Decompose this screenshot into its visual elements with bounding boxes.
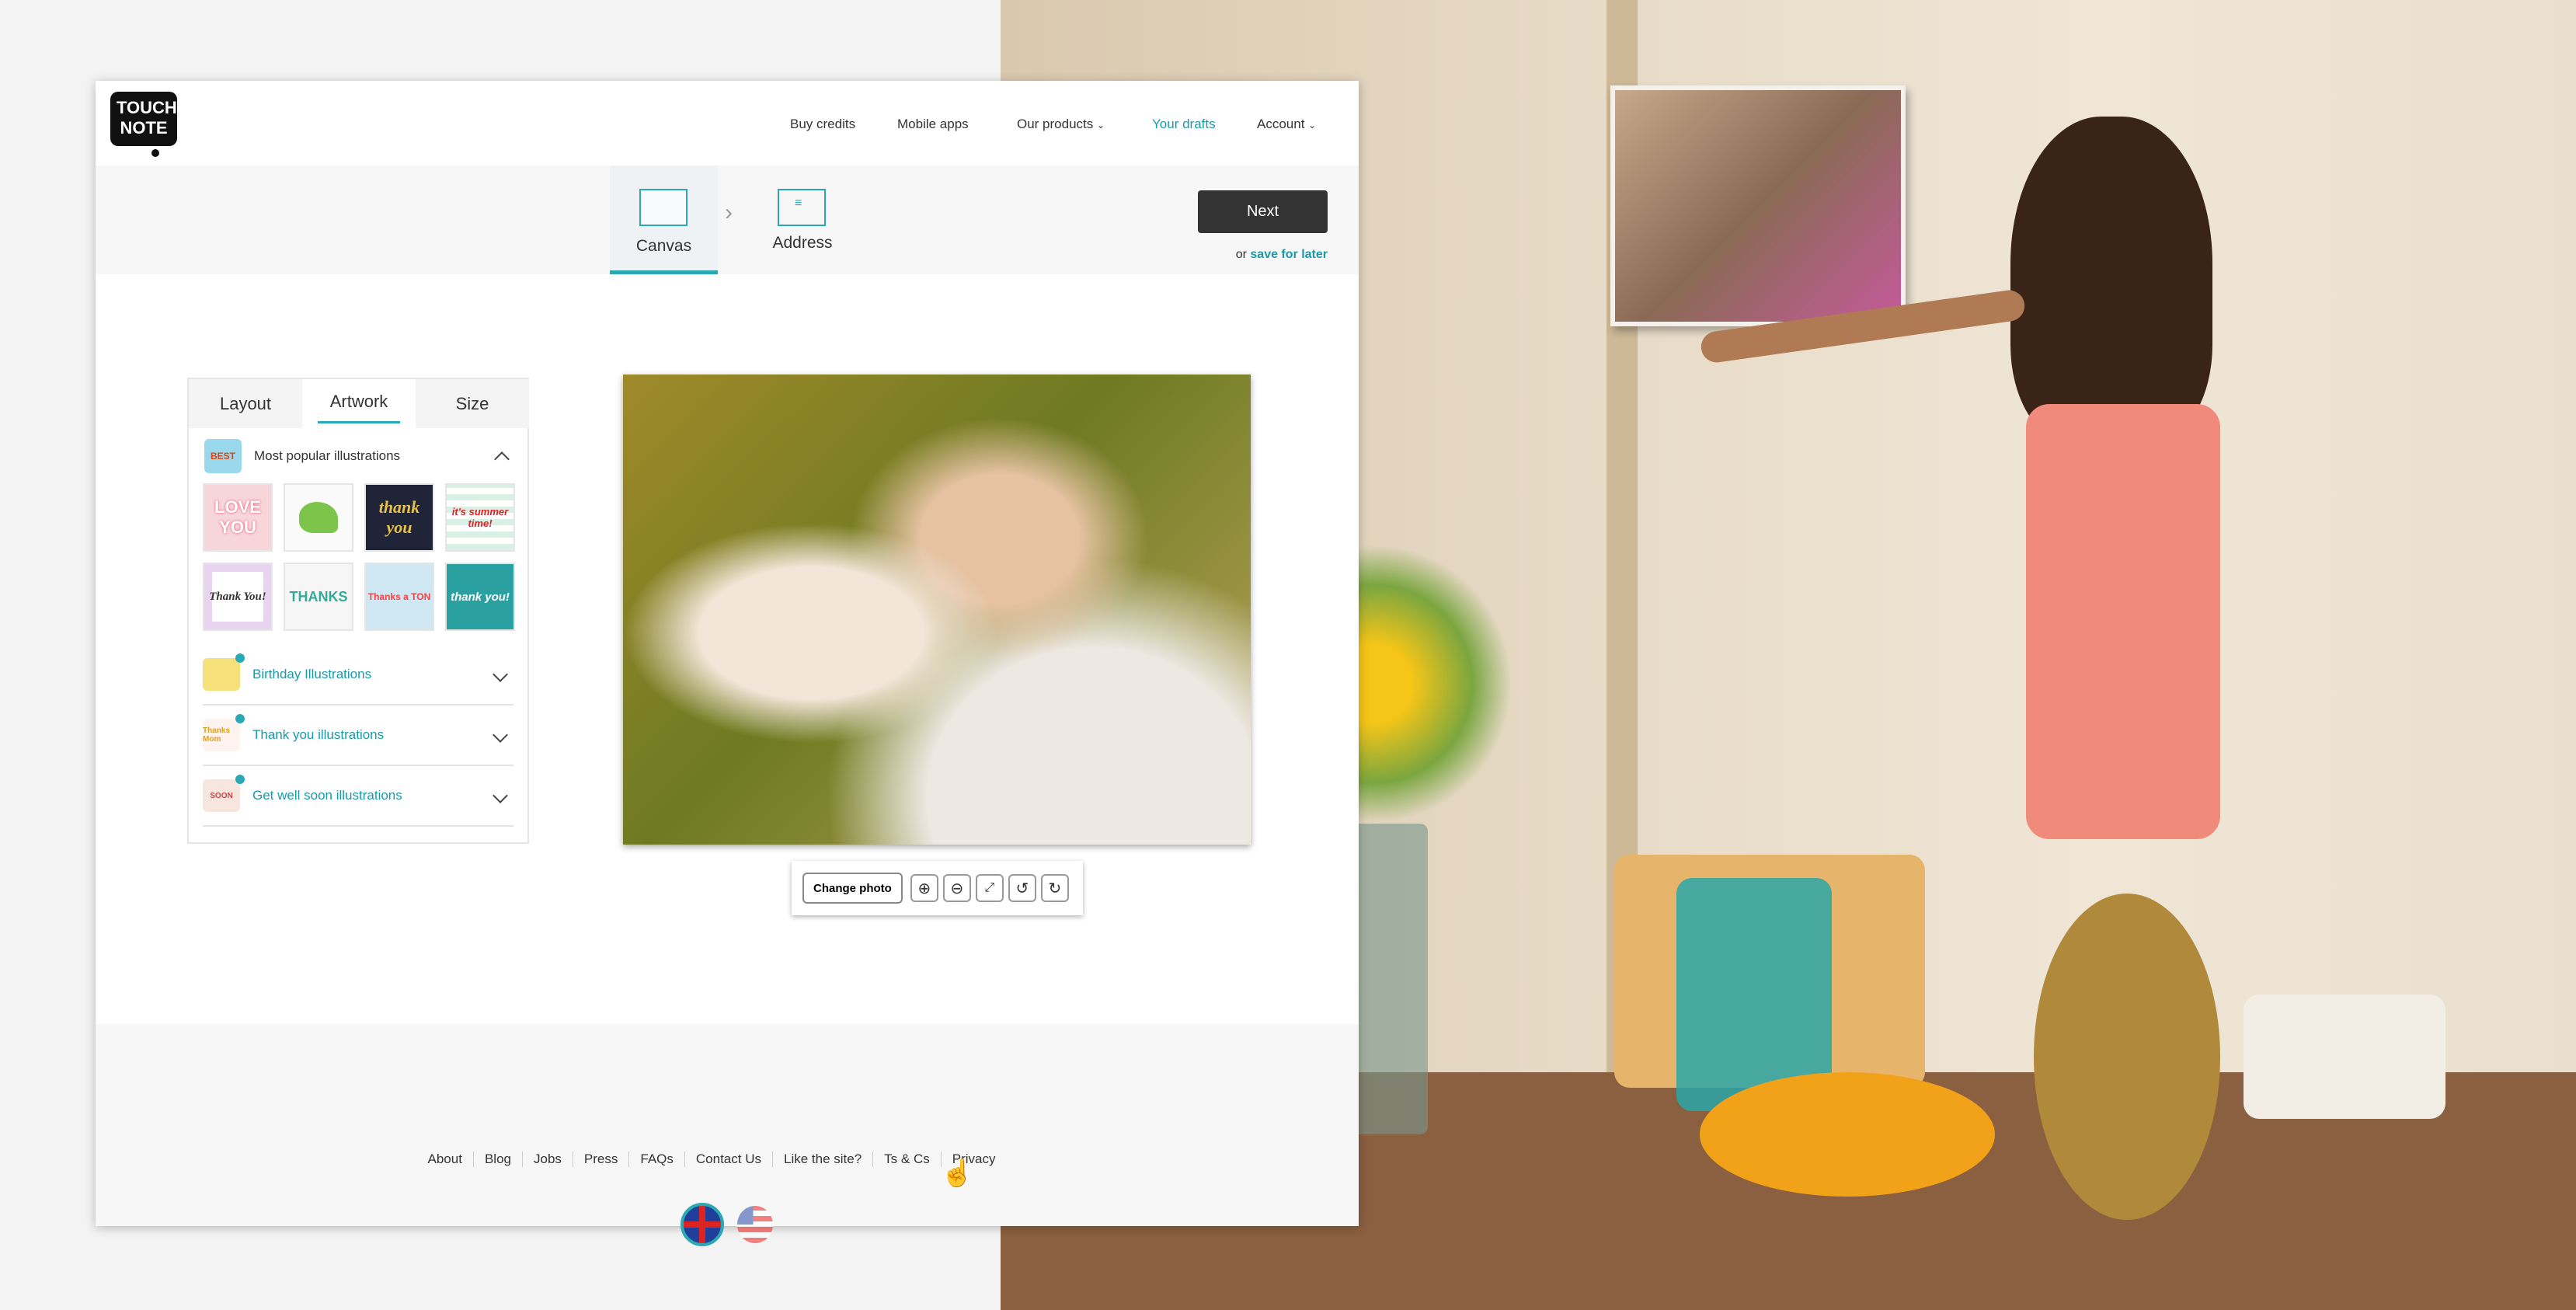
touchnote-logo[interactable]: TOUCH NOTE <box>110 92 177 146</box>
chevron-down-icon <box>493 667 508 682</box>
get-well-soon-icon: SOON <box>203 775 245 812</box>
chevron-down-icon: ⌄ <box>1097 120 1105 131</box>
change-photo-button[interactable]: Change photo <box>802 873 903 904</box>
section-birthday[interactable]: Birthday Illustrations <box>203 645 513 706</box>
illustration-love-you[interactable]: LOVE YOU <box>203 483 273 552</box>
illustration-grid: LOVE YOU thank you it's summer time! Tha… <box>203 483 517 631</box>
footer-link-press[interactable]: Press <box>573 1151 630 1167</box>
illustration-thanks-a-ton[interactable]: Thanks a TON <box>364 563 434 631</box>
dinosaur-image <box>299 502 338 533</box>
next-button[interactable]: Next <box>1198 190 1328 233</box>
save-for-later-row: or save for later <box>1235 248 1328 261</box>
illustration-polar-bear[interactable]: thank you! <box>445 563 515 631</box>
chevron-right-icon: › <box>725 200 733 225</box>
illustration-thank-you-wreath[interactable]: Thank You! <box>203 563 273 631</box>
footer-link-terms[interactable]: Ts & Cs <box>873 1151 942 1167</box>
footer-link-about[interactable]: About <box>417 1151 474 1167</box>
us-flag[interactable] <box>737 1206 773 1243</box>
save-for-later-link[interactable]: save for later <box>1250 248 1328 261</box>
section-get-well[interactable]: SOON Get well soon illustrations <box>203 766 513 827</box>
chevron-down-icon: ⌄ <box>1308 120 1317 131</box>
section-thank-you[interactable]: Thanks Mom Thank you illustrations <box>203 706 513 766</box>
illustration-thanks[interactable]: THANKS <box>284 563 353 631</box>
fit-icon[interactable]: ⤢ <box>975 874 1004 902</box>
chevron-up-icon <box>494 451 510 467</box>
footer-links: About Blog Jobs Press FAQs Contact Us Li… <box>96 1151 1359 1167</box>
footer: About Blog Jobs Press FAQs Contact Us Li… <box>96 1024 1359 1246</box>
thanks-mom-icon: Thanks Mom <box>203 714 245 751</box>
tab-artwork[interactable]: Artwork <box>302 379 416 428</box>
uk-flag[interactable] <box>681 1203 724 1246</box>
steps-bar: Canvas › ≡ Address Next or save for late… <box>96 165 1359 274</box>
illustration-summer[interactable]: it's summer time! <box>445 483 515 552</box>
nav-account[interactable]: Account ⌄ <box>1257 117 1316 132</box>
postcard-icon: ≡ <box>778 189 826 226</box>
tab-layout[interactable]: Layout <box>189 379 302 428</box>
nav-buy-credits[interactable]: Buy credits <box>790 117 855 132</box>
footer-link-blog[interactable]: Blog <box>474 1151 523 1167</box>
nav-our-products[interactable]: Our products ⌄ <box>1017 117 1105 132</box>
zoom-in-icon[interactable]: ⊕ <box>910 874 938 902</box>
artwork-panel: Layout Artwork Size BEST Most popular il… <box>187 378 529 844</box>
rotate-right-icon[interactable]: ↻ <box>1040 874 1069 902</box>
step-address[interactable]: ≡ Address <box>756 165 849 274</box>
illustration-dinosaur[interactable] <box>284 483 353 552</box>
chevron-down-icon <box>493 788 508 803</box>
rotate-left-icon[interactable]: ↺ <box>1008 874 1036 902</box>
section-most-popular[interactable]: BEST Most popular illustrations <box>204 437 515 476</box>
step-label: Canvas <box>635 237 692 255</box>
best-badge-icon: BEST <box>204 439 242 473</box>
canvas-photo-preview[interactable] <box>623 375 1251 845</box>
footer-link-faqs[interactable]: FAQs <box>629 1151 685 1167</box>
birthday-cat-icon <box>203 653 245 691</box>
footer-link-contact[interactable]: Contact Us <box>685 1151 773 1167</box>
browser-page: TOUCH NOTE Buy credits Mobile apps Our p… <box>96 81 1359 1246</box>
photo-toolbar: Change photo ⊕ ⊖ ⤢ ↺ ↻ <box>792 861 1083 915</box>
zoom-out-icon[interactable]: ⊖ <box>942 874 971 902</box>
nav-mobile-apps[interactable]: Mobile apps <box>897 117 969 132</box>
chevron-down-icon <box>493 727 508 743</box>
footer-link-like-site[interactable]: Like the site? <box>773 1151 874 1167</box>
hand-cursor-icon: ☝ <box>941 1158 974 1188</box>
step-label: Address <box>772 234 833 252</box>
tab-size[interactable]: Size <box>416 379 529 428</box>
logo-dot <box>151 149 159 157</box>
footer-link-jobs[interactable]: Jobs <box>523 1151 573 1167</box>
nav-your-drafts[interactable]: Your drafts <box>1152 117 1216 132</box>
canvas-print <box>1610 85 1906 326</box>
canvas-icon <box>639 189 688 226</box>
illustration-thank-you-dark[interactable]: thank you <box>364 483 434 552</box>
step-canvas[interactable]: Canvas <box>610 165 718 274</box>
